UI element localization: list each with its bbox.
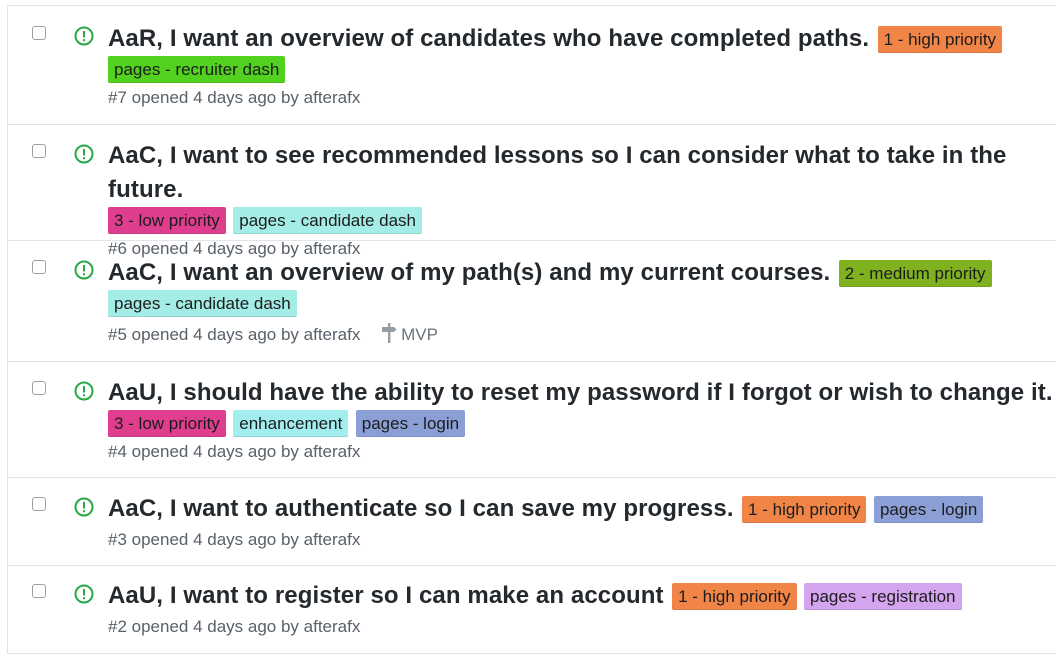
issue-row: AaU, I want to register so I can make an… <box>8 566 1056 654</box>
issue-row: AaR, I want an overview of candidates wh… <box>8 6 1056 125</box>
issues-list: AaR, I want an overview of candidates wh… <box>7 5 1056 654</box>
issue-meta-text: #5 opened 4 days ago by afterafx <box>108 325 361 345</box>
label-high-priority[interactable]: 1 - high priority <box>877 25 1003 53</box>
issue-row: AaC, I want an overview of my path(s) an… <box>8 241 1056 362</box>
label-enhancement[interactable]: enhancement <box>233 409 349 437</box>
open-issue-icon <box>74 260 94 280</box>
label-low-priority[interactable]: 3 - low priority <box>108 409 226 437</box>
issue-row: AaC, I want to see recommended lessons s… <box>8 125 1056 258</box>
issue-title[interactable]: AaU, I should have the ability to reset … <box>108 379 1053 406</box>
label-medium-priority[interactable]: 2 - medium priority <box>838 259 992 287</box>
open-issue-icon <box>74 381 94 401</box>
issue-title[interactable]: AaC, I want an overview of my path(s) an… <box>108 259 830 286</box>
issue-meta: #3 opened 4 days ago by afterafx <box>108 530 361 550</box>
milestone-icon <box>382 323 397 344</box>
label-pages-login[interactable]: pages - login <box>355 409 466 437</box>
issue-title[interactable]: AaR, I want an overview of candidates wh… <box>108 25 869 52</box>
label-low-priority[interactable]: 3 - low priority <box>108 206 226 234</box>
open-issue-icon <box>74 144 94 164</box>
label-pages-candidate-dash[interactable]: pages - candidate dash <box>108 289 297 317</box>
open-issue-icon <box>74 26 94 46</box>
select-checkbox[interactable] <box>32 497 46 511</box>
open-issue-icon <box>74 497 94 517</box>
select-checkbox[interactable] <box>32 260 46 274</box>
issue-row: AaC, I want to authenticate so I can sav… <box>8 478 1056 566</box>
label-high-priority[interactable]: 1 - high priority <box>742 495 867 523</box>
open-issue-icon <box>74 584 94 604</box>
label-pages-registration[interactable]: pages - registration <box>803 582 962 610</box>
select-checkbox[interactable] <box>32 144 46 158</box>
select-checkbox[interactable] <box>32 381 46 395</box>
issue-title[interactable]: AaC, I want to see recommended lessons s… <box>108 142 1007 203</box>
issue-meta: #5 opened 4 days ago by afterafx MVP <box>108 322 1056 345</box>
issue-meta: #7 opened 4 days ago by afterafx <box>108 88 361 108</box>
milestone-link[interactable]: MVP <box>381 323 438 345</box>
milestone-label: MVP <box>401 325 438 345</box>
issue-title[interactable]: AaC, I want to authenticate so I can sav… <box>108 495 734 522</box>
select-checkbox[interactable] <box>32 584 46 598</box>
issue-title[interactable]: AaU, I want to register so I can make an… <box>108 582 664 609</box>
label-pages-recruiter-dash[interactable]: pages - recruiter dash <box>108 55 286 83</box>
label-high-priority[interactable]: 1 - high priority <box>672 582 797 610</box>
select-checkbox[interactable] <box>32 26 46 40</box>
issue-meta: #4 opened 4 days ago by afterafx <box>108 442 361 462</box>
label-pages-login[interactable]: pages - login <box>873 495 984 523</box>
issue-meta: #2 opened 4 days ago by afterafx <box>108 617 361 637</box>
label-pages-candidate-dash[interactable]: pages - candidate dash <box>233 206 423 234</box>
issue-row: AaU, I should have the ability to reset … <box>8 362 1056 478</box>
